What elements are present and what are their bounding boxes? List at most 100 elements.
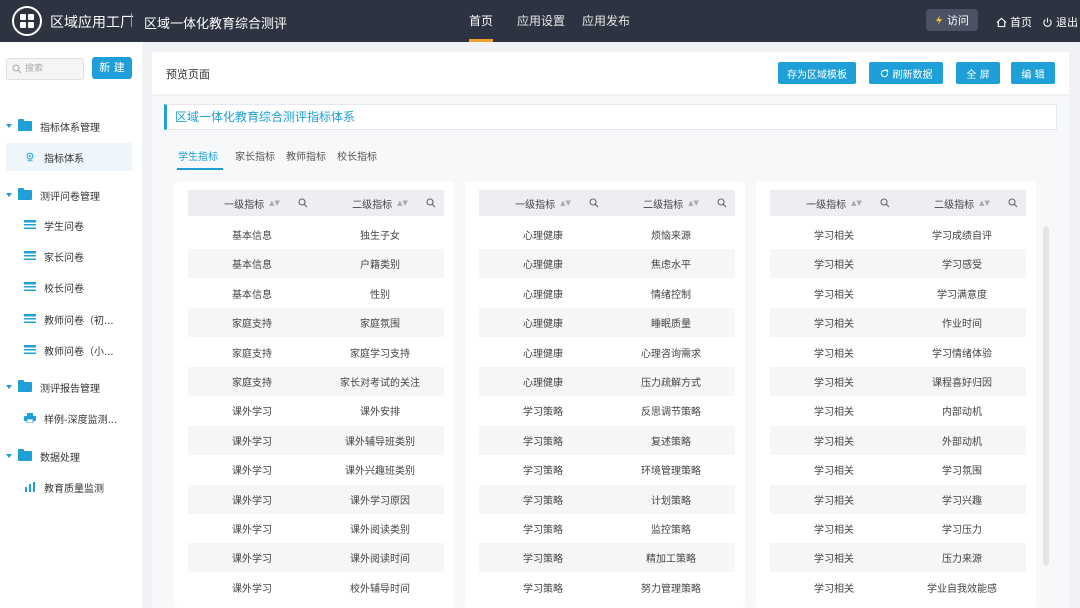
level2-cell: 计划策略: [651, 495, 691, 507]
preview-label: 预览页面: [166, 68, 210, 81]
app-logo-icon[interactable]: [12, 6, 42, 36]
table-row[interactable]: 心理健康 心理咨询需求: [479, 338, 735, 367]
table-row[interactable]: 学习策略 复述策略: [479, 425, 735, 455]
table-row[interactable]: 心理健康 烦恼来源: [479, 220, 735, 249]
table-row[interactable]: 心理健康 焦虑水平: [479, 249, 735, 279]
search-icon[interactable]: [1008, 198, 1018, 208]
sidebar-group-report[interactable]: 测评报告管理: [0, 375, 142, 399]
column-header[interactable]: 二级指标 ▲▼: [607, 190, 735, 216]
table-row[interactable]: 家庭支持 家庭氛围: [188, 308, 444, 338]
new-button[interactable]: 新 建: [92, 57, 132, 79]
column-header[interactable]: 一级指标 ▲▼: [770, 190, 898, 216]
tab-parent-indicators[interactable]: 家长指标: [235, 148, 275, 163]
scrollbar[interactable]: [1043, 226, 1049, 566]
table-row[interactable]: 心理健康 睡眠质量: [479, 308, 735, 338]
table-row[interactable]: 学习相关 学习满意度: [770, 279, 1026, 308]
level1-cell: 课外学习: [232, 525, 272, 536]
sort-icon[interactable]: ▲▼: [397, 199, 408, 207]
search-icon[interactable]: [589, 198, 599, 208]
folder-icon: [18, 449, 32, 461]
table-row[interactable]: 学习相关 学业自我效能感: [770, 573, 1026, 602]
table-row[interactable]: 课外学习 课外阅读时间: [188, 543, 444, 573]
table-row[interactable]: 课外学习 课外学习原因: [188, 484, 444, 514]
tab-principal-indicators[interactable]: 校长指标: [337, 148, 377, 163]
table-row[interactable]: 学习相关 学习感受: [770, 249, 1026, 279]
fullscreen-button[interactable]: 全 屏: [956, 62, 1000, 84]
table-row[interactable]: 基本信息 性别: [188, 279, 444, 308]
level1-cell: 心理健康: [523, 378, 563, 389]
column-header[interactable]: 二级指标 ▲▼: [898, 190, 1026, 216]
table-row[interactable]: 学习相关 学习成绩自评: [770, 220, 1026, 249]
visit-button[interactable]: 访问: [926, 9, 978, 31]
table-row[interactable]: 学习策略 精加工策略: [479, 543, 735, 573]
search-icon[interactable]: [880, 198, 890, 208]
sidebar-item-teacher-questionnaire-primary[interactable]: 教师问卷（小...: [6, 336, 132, 364]
sidebar-group-index-system[interactable]: 指标体系管理: [0, 114, 142, 138]
sidebar-item-teacher-questionnaire-junior[interactable]: 教师问卷（初...: [6, 305, 132, 333]
sidebar-group-questionnaire[interactable]: 测评问卷管理: [0, 183, 142, 207]
table-row[interactable]: 课外学习 课外兴趣班类别: [188, 455, 444, 484]
table-row[interactable]: 学习相关 压力来源: [770, 543, 1026, 573]
level2-cell: 环境管理策略: [641, 466, 701, 478]
sidebar-search-input[interactable]: 搜索: [6, 58, 84, 80]
nav-home[interactable]: 首页: [469, 0, 494, 42]
preview-content: 区域一体化教育综合测评指标体系 学生指标 家长指标 教师指标 校长指标 一级指标…: [152, 96, 1069, 608]
search-icon[interactable]: [298, 198, 308, 208]
sort-icon[interactable]: ▲▼: [979, 199, 990, 207]
table-row[interactable]: 学习相关 外部动机: [770, 425, 1026, 455]
table-row[interactable]: 心理健康 压力疏解方式: [479, 367, 735, 396]
sidebar-group-data-processing[interactable]: 数据处理: [0, 444, 142, 468]
tab-student-indicators[interactable]: 学生指标: [177, 148, 223, 170]
table-row[interactable]: 学习相关 学习氛围: [770, 455, 1026, 484]
table-row[interactable]: 家庭支持 家长对考试的关注: [188, 367, 444, 396]
table-row[interactable]: 学习相关 学习兴趣: [770, 484, 1026, 514]
table-row[interactable]: 学习相关 学习压力: [770, 514, 1026, 543]
table-row[interactable]: 基本信息 户籍类别: [188, 249, 444, 279]
search-icon[interactable]: [426, 198, 436, 208]
table-row[interactable]: 课外学习 校外辅导时间: [188, 573, 444, 602]
sort-icon[interactable]: ▲▼: [269, 199, 280, 207]
table-row[interactable]: 课外学习 课外安排: [188, 396, 444, 425]
column-header[interactable]: 二级指标 ▲▼: [316, 190, 444, 216]
level1-cell: 家庭支持: [232, 319, 272, 331]
level1-cell: 基本信息: [232, 260, 272, 272]
sidebar-item-parent-questionnaire[interactable]: 家长问卷: [6, 242, 132, 270]
table-row[interactable]: 学习策略 监控策略: [479, 514, 735, 543]
level1-cell: 基本信息: [232, 289, 272, 301]
table-row[interactable]: 课外学习 课外辅导班类别: [188, 425, 444, 455]
table-row[interactable]: 基本信息 独生子女: [188, 220, 444, 249]
sidebar-item-student-questionnaire[interactable]: 学生问卷: [6, 211, 132, 239]
sidebar-item-principal-questionnaire[interactable]: 校长问卷: [6, 273, 132, 301]
logout-link[interactable]: 退出: [1042, 14, 1078, 30]
sort-icon[interactable]: ▲▼: [851, 199, 862, 207]
folder-icon: [18, 188, 32, 200]
table-row[interactable]: 课外学习 课外阅读类别: [188, 514, 444, 543]
table-row[interactable]: 学习策略 计划策略: [479, 484, 735, 514]
nav-app-publish[interactable]: 应用发布: [582, 0, 630, 42]
table-row[interactable]: 家庭支持 家庭学习支持: [188, 338, 444, 367]
column-header[interactable]: 一级指标 ▲▼: [479, 190, 607, 216]
level2-cell: 学习氛围: [942, 466, 982, 478]
refresh-data-button[interactable]: 刷新数据: [869, 62, 943, 84]
sidebar-item-quality-monitoring[interactable]: 教育质量监测: [6, 473, 132, 501]
sidebar-item-sample-report[interactable]: 样例-深度监测...: [6, 404, 132, 432]
home-link[interactable]: 首页: [996, 14, 1032, 30]
table-row[interactable]: 学习策略 努力管理策略: [479, 573, 735, 602]
tab-teacher-indicators[interactable]: 教师指标: [286, 148, 326, 163]
table-row[interactable]: 学习策略 环境管理策略: [479, 455, 735, 484]
edit-button[interactable]: 编 辑: [1011, 62, 1055, 84]
sort-icon[interactable]: ▲▼: [688, 199, 699, 207]
pin-icon: [26, 152, 34, 162]
nav-app-settings[interactable]: 应用设置: [517, 0, 565, 42]
save-as-template-button[interactable]: 存为区域模板: [778, 62, 856, 84]
sidebar-item-index-system[interactable]: 指标体系: [6, 143, 132, 171]
table-row[interactable]: 学习相关 学习情绪体验: [770, 338, 1026, 367]
table-row[interactable]: 心理健康 情绪控制: [479, 279, 735, 308]
table-row[interactable]: 学习相关 作业时间: [770, 308, 1026, 338]
table-row[interactable]: 学习相关 内部动机: [770, 396, 1026, 425]
column-header[interactable]: 一级指标 ▲▼: [188, 190, 316, 216]
search-icon[interactable]: [717, 198, 727, 208]
table-row[interactable]: 学习相关 课程喜好归因: [770, 367, 1026, 396]
table-row[interactable]: 学习策略 反思调节策略: [479, 396, 735, 425]
sort-icon[interactable]: ▲▼: [560, 199, 571, 207]
